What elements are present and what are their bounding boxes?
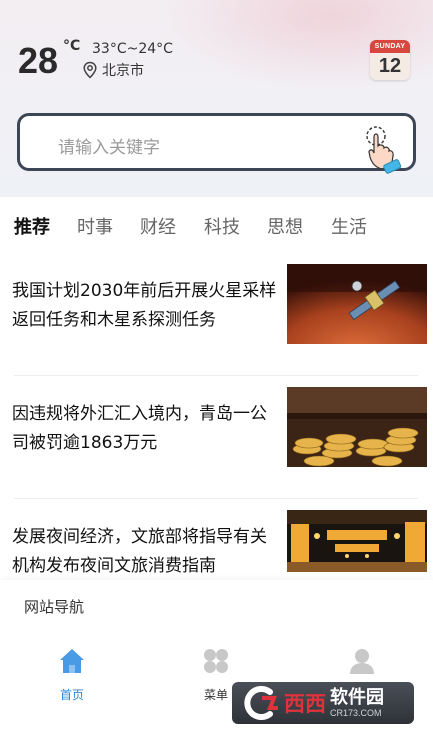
tap-hand-icon — [366, 126, 402, 174]
nav-home-label: 首页 — [59, 688, 84, 702]
tab-recommend[interactable]: 推荐 — [14, 213, 50, 239]
temperature-unit: °C — [63, 38, 81, 54]
site-navigation-bar[interactable]: 网站导航 — [0, 580, 433, 632]
watermark-domain: CR173.COM — [330, 707, 382, 718]
gold-coins-image — [287, 387, 427, 467]
location[interactable]: 北京市 — [82, 60, 144, 80]
tab-finance[interactable]: 财经 — [140, 213, 176, 239]
calendar-day-number: 12 — [378, 55, 402, 77]
tab-ideas[interactable]: 思想 — [267, 213, 303, 239]
news-item[interactable]: 因违规将外汇汇入境内，青岛一公司被罚逾1863万元 — [0, 386, 433, 486]
weather-header: 28 °C 33°C~24°C 北京市 SUNDAY 12 请输入关键字 — [0, 0, 433, 197]
watermark-brand: 西西 — [284, 692, 326, 716]
news-title: 我国计划2030年前后开展火星采样返回任务和木星系探测任务 — [12, 281, 277, 330]
search-placeholder: 请输入关键字 — [58, 138, 160, 158]
user-icon — [350, 649, 374, 674]
menu-grid-icon — [204, 649, 228, 673]
news-item[interactable]: 我国计划2030年前后开展火星采样返回任务和木星系探测任务 — [0, 263, 433, 363]
night-street-image — [287, 510, 427, 572]
temperature-value: 28 — [18, 40, 59, 81]
home-icon — [60, 649, 84, 673]
location-pin-icon — [83, 61, 97, 79]
divider — [14, 375, 418, 376]
tab-current-affairs[interactable]: 时事 — [77, 213, 113, 239]
city-name: 北京市 — [102, 63, 144, 79]
watermark-suffix: 软件园 — [330, 686, 384, 708]
cr-logo-icon — [244, 686, 278, 720]
category-tabs: 推荐 时事 财经 科技 思想 生活 — [0, 208, 433, 244]
calendar-day-name: SUNDAY — [370, 40, 410, 53]
nav-home[interactable]: 首页 — [42, 646, 102, 703]
search-box[interactable]: 请输入关键字 — [17, 113, 416, 174]
divider — [14, 498, 418, 499]
mars-probe-image — [287, 264, 427, 344]
tab-life[interactable]: 生活 — [331, 213, 367, 239]
temperature-range: 33°C~24°C — [92, 41, 173, 57]
news-title: 发展夜间经济，文旅部将指导有关机构发布夜间文旅消费指南 — [12, 527, 267, 576]
tab-tech[interactable]: 科技 — [204, 213, 240, 239]
site-navigation-label: 网站导航 — [24, 598, 85, 616]
watermark-logo: 西西 软件园 CR173.COM — [232, 682, 414, 724]
news-title: 因违规将外汇汇入境内，青岛一公司被罚逾1863万元 — [12, 404, 267, 453]
calendar-button[interactable]: SUNDAY 12 — [370, 40, 410, 80]
